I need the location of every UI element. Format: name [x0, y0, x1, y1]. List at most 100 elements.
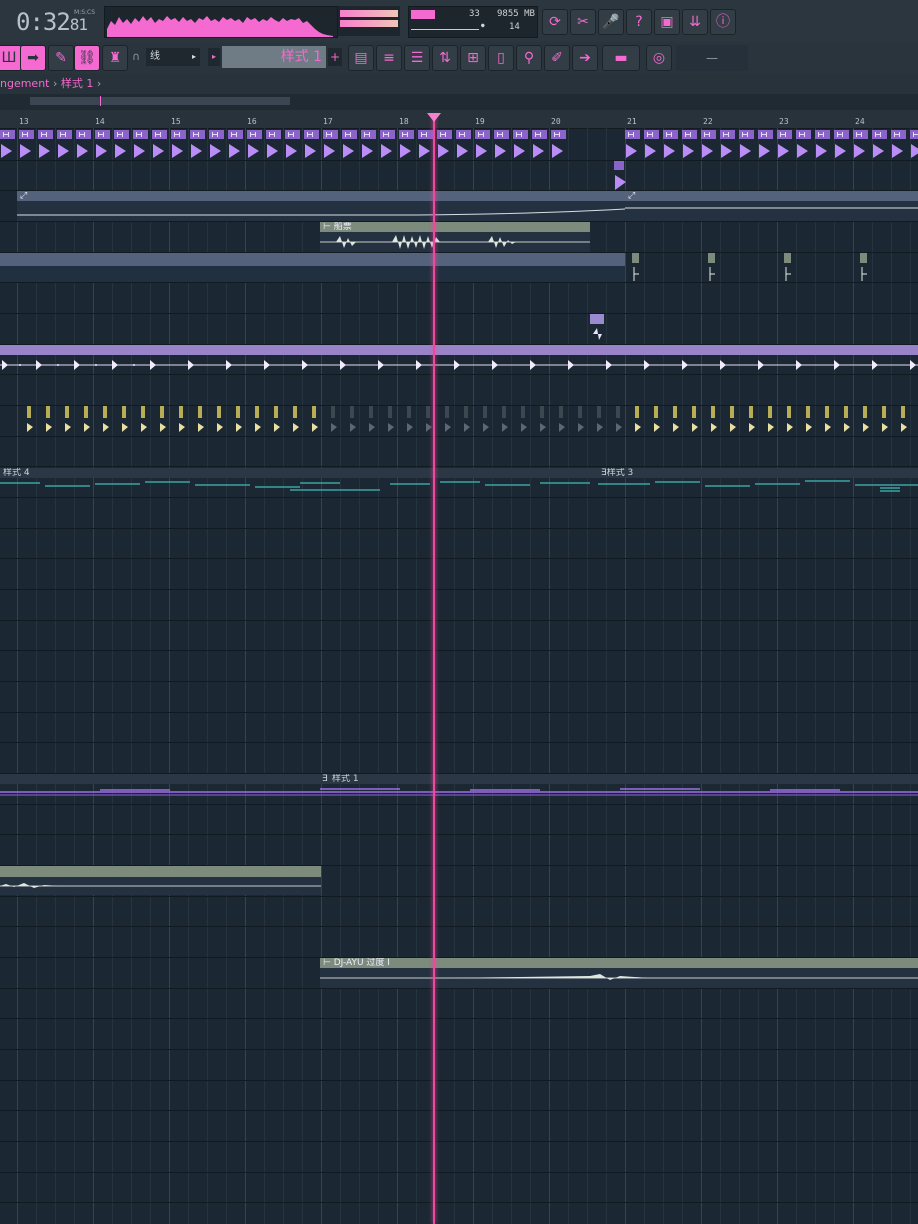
audio-clip-left[interactable] — [0, 866, 321, 877]
dj-audio-clip-body[interactable] — [320, 968, 918, 988]
track-separator — [0, 1018, 918, 1019]
pattern-clip-4[interactable]: 样式 4 — [0, 468, 598, 478]
grid-line — [150, 128, 151, 1224]
grid-line — [910, 128, 911, 1224]
grid-line — [169, 128, 170, 1224]
track-separator — [0, 926, 918, 927]
track-separator — [0, 1080, 918, 1081]
grid-line — [587, 128, 588, 1224]
info-icon[interactable]: ⓘ — [710, 9, 736, 35]
automation-clip-body[interactable] — [625, 201, 918, 221]
pattern-add-icon[interactable]: + — [328, 48, 342, 66]
browser-icon[interactable]: ⇅ — [432, 45, 458, 71]
track-separator — [0, 742, 918, 743]
breadcrumb-tail: › — [96, 77, 102, 90]
audio-clip-label: 船票 — [333, 222, 352, 232]
plugin-picker-icon[interactable]: ⊞ — [460, 45, 486, 71]
time-main: 0:32 — [16, 8, 71, 36]
grid-line — [530, 128, 531, 1224]
grid-line — [720, 128, 721, 1224]
link-icon[interactable]: ⛓ — [74, 45, 100, 71]
playhead-marker-icon[interactable] — [427, 113, 441, 122]
automation-clip[interactable]: ⤢ — [17, 191, 625, 201]
track-separator — [0, 1049, 918, 1050]
chevron-right-icon: ▸ — [191, 52, 196, 61]
pattern-selector[interactable]: 样式 1 — [222, 46, 326, 68]
grid-line — [682, 128, 683, 1224]
cpu-graph-line — [411, 29, 479, 30]
track-separator — [0, 650, 918, 651]
track-10-pattern-clips[interactable] — [0, 406, 918, 436]
grid-line — [397, 128, 398, 1224]
camera-icon[interactable]: ▬ — [602, 45, 640, 71]
pattern-clip-1[interactable]: ∃ 样式 1 — [0, 774, 918, 784]
automation-icon: ⤢ — [628, 191, 636, 201]
track-2-pattern-clip[interactable] — [612, 161, 630, 191]
overview-playhead — [100, 96, 101, 106]
audio-clip-header[interactable]: ⊢ 船票 — [320, 222, 590, 232]
audio-clip-icon: ⊢ — [323, 222, 334, 232]
track-1-pattern-clips[interactable] — [0, 130, 918, 160]
automation-band-body[interactable] — [0, 266, 625, 282]
bar-number: 16 — [247, 117, 257, 126]
playlist-overview-scroll[interactable] — [0, 94, 918, 110]
overview-thumb[interactable] — [30, 97, 290, 105]
render-icon[interactable]: ⇊ — [682, 9, 708, 35]
pattern-clip-3[interactable]: ∃样式 3 — [598, 468, 918, 478]
pattern-prev-icon[interactable]: ▸ — [208, 48, 220, 66]
track-separator — [0, 681, 918, 682]
pattern-clip-1-label: 样式 1 — [332, 774, 359, 784]
track-separator — [0, 1141, 918, 1142]
dj-audio-clip-label: DJ-AYU 过度 Ⅰ — [333, 958, 390, 968]
grid-line — [834, 128, 835, 1224]
pattern-label: 样式 1 — [280, 49, 322, 65]
dj-audio-clip-header[interactable]: ⊢ DJ-AYU 过度 Ⅰ — [320, 958, 918, 968]
file-icon[interactable]: ▯ — [488, 45, 514, 71]
automation-clip[interactable]: ⤢ — [625, 191, 918, 201]
level-right — [340, 20, 398, 27]
snap-select[interactable]: 线 ▸ — [146, 48, 200, 66]
bar-number: 13 — [19, 117, 29, 126]
mixer-icon[interactable]: ☰ — [404, 45, 430, 71]
pattern-lane-notes[interactable] — [0, 355, 918, 375]
magnet-icon[interactable]: ∩ — [132, 50, 140, 63]
piano-roll-icon[interactable]: Ш — [0, 45, 22, 71]
grid-line — [207, 128, 208, 1224]
channel-rack-icon[interactable]: ≡ — [376, 45, 402, 71]
breadcrumb-pattern[interactable]: 样式 1 — [61, 77, 94, 90]
help-icon[interactable]: ? — [626, 9, 652, 35]
arrow-icon[interactable]: ➡ — [20, 45, 46, 71]
audio-clip-body[interactable] — [320, 232, 590, 252]
playlist-grid[interactable]: ⤢ ⤢ ⊢ 船票 样式 4 ∃样式 3 ∃ 样式 1 ⊢ DJ-AYU 过度 Ⅰ — [0, 128, 918, 1224]
pattern-clip-3-label: 样式 3 — [606, 468, 634, 478]
grid-line — [606, 128, 607, 1224]
save-icon[interactable]: ▣ — [654, 9, 680, 35]
grid-line — [302, 128, 303, 1224]
breadcrumb-root[interactable]: ngement — [0, 77, 50, 90]
track-7-audio-clip[interactable] — [590, 314, 608, 344]
grid-line — [321, 128, 322, 1224]
pencil-icon[interactable]: ✐ — [544, 45, 570, 71]
automation-clip-body[interactable] — [17, 201, 625, 221]
pattern-lane-header[interactable] — [0, 345, 918, 355]
slice-icon[interactable]: ➔ — [572, 45, 598, 71]
automation-band[interactable] — [0, 253, 625, 266]
plug-icon[interactable]: ⚲ — [516, 45, 542, 71]
grid-line — [55, 128, 56, 1224]
audio-clip-left-body[interactable] — [0, 877, 321, 895]
refresh-icon[interactable]: ⟳ — [542, 9, 568, 35]
playlist-icon[interactable]: ▤ — [348, 45, 374, 71]
stamp-icon[interactable]: ♜ — [102, 45, 128, 71]
brush-icon[interactable]: ✎ — [48, 45, 74, 71]
track-separator — [0, 988, 918, 989]
cut-icon[interactable]: ✂ — [570, 9, 596, 35]
grid-line — [891, 128, 892, 1224]
mic-icon[interactable]: 🎤 — [598, 9, 624, 35]
tempo-icon[interactable]: ◎ — [646, 45, 672, 71]
playhead-line[interactable] — [433, 118, 435, 1224]
pattern-clip-1-notes — [0, 788, 918, 796]
grid-line — [283, 128, 284, 1224]
memory-value: 9855 MB — [497, 9, 535, 19]
automation-icon: ⤢ — [20, 191, 28, 201]
track-5-short-clips[interactable] — [630, 253, 918, 283]
